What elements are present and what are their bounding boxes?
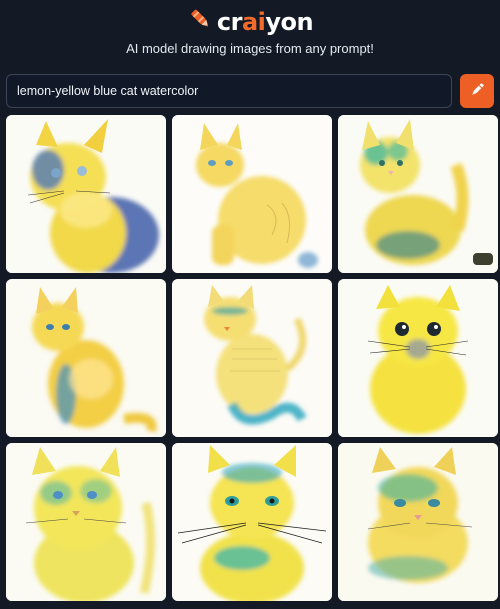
generated-image[interactable] xyxy=(338,443,498,601)
cat-watercolor-image xyxy=(338,115,498,273)
cat-watercolor-image xyxy=(338,279,498,437)
generated-image[interactable] xyxy=(172,443,332,601)
cat-watercolor-image xyxy=(172,279,332,437)
prompt-row xyxy=(6,74,494,108)
cat-watercolor-image xyxy=(172,443,332,601)
generated-image[interactable] xyxy=(172,279,332,437)
craiyon-logo[interactable]: craiyon xyxy=(0,6,500,37)
cat-watercolor-image xyxy=(172,115,332,273)
crayon-icon xyxy=(187,6,213,37)
cat-watercolor-image xyxy=(6,443,166,601)
generated-image[interactable] xyxy=(338,279,498,437)
header: craiyon AI model drawing images from any… xyxy=(0,0,500,70)
generated-image[interactable] xyxy=(6,443,166,601)
generated-image[interactable] xyxy=(338,115,498,273)
cat-watercolor-image xyxy=(6,279,166,437)
logo-wordmark: craiyon xyxy=(216,7,314,36)
pencil-icon xyxy=(468,81,486,102)
image-grid xyxy=(6,115,498,601)
generated-image[interactable] xyxy=(6,279,166,437)
cat-watercolor-image xyxy=(338,443,498,601)
prompt-input[interactable] xyxy=(6,74,452,108)
cat-watercolor-image xyxy=(6,115,166,273)
draw-button[interactable] xyxy=(460,74,494,108)
tagline: AI model drawing images from any prompt! xyxy=(126,41,374,56)
generated-image[interactable] xyxy=(6,115,166,273)
generated-image[interactable] xyxy=(172,115,332,273)
